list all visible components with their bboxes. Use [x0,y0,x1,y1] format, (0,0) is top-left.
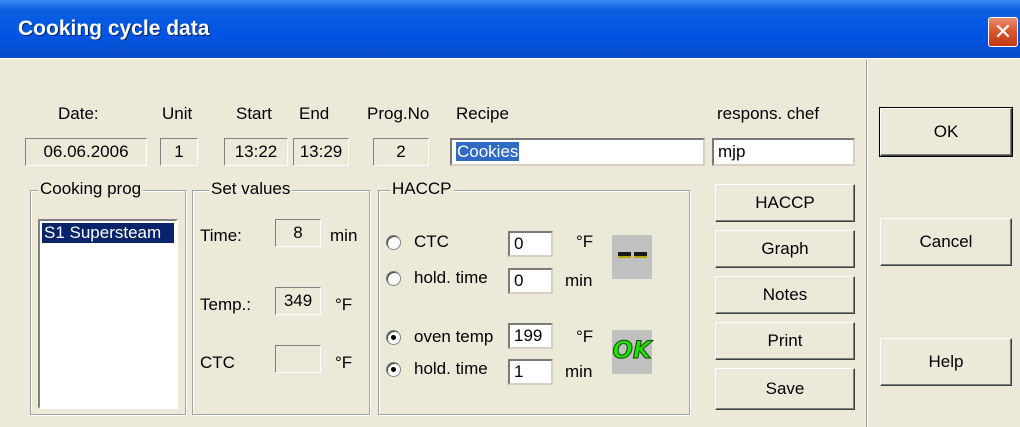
dash-icon [618,252,631,258]
unit-field: 1 [160,138,198,166]
hold-time-2-radio[interactable] [386,362,401,377]
date-label: Date: [58,104,99,123]
set-temp-value: 349 [275,287,321,315]
prog-no-field: 2 [373,138,429,166]
set-temp-label: Temp.: [200,295,252,314]
help-button[interactable]: Help [880,338,1012,386]
cooking-prog-title: Cooking prog [38,179,144,199]
responsible-chef-input[interactable]: mjp [712,138,855,166]
save-button[interactable]: Save [715,368,855,410]
ctc-status-indicator [612,235,652,279]
set-ctc-unit: °F [335,353,353,372]
hold-time-1-input[interactable]: 0 [508,268,553,294]
print-button[interactable]: Print [715,322,855,360]
ctc-radio[interactable] [386,235,401,250]
list-item[interactable]: S1 Supersteam [42,223,174,243]
separator [866,60,868,427]
dash-icon [634,252,647,258]
oven-temp-unit: °F [576,327,594,346]
responsible-chef-label: respons. chef [717,104,820,123]
date-field: 06.06.2006 [25,138,147,166]
recipe-input-selected-text: Cookies [456,142,520,161]
hold-time-1-radio[interactable] [386,271,401,286]
hold-time-2-label: hold. time [414,359,488,378]
hold-time-1-unit: min [565,271,593,290]
oven-temp-input[interactable]: 199 [508,323,553,349]
window-title: Cooking cycle data [18,17,210,40]
oven-temp-label: oven temp [414,327,494,346]
cancel-button[interactable]: Cancel [880,218,1012,266]
start-label: Start [236,104,272,123]
haccp-ctc-unit: °F [576,232,594,251]
hold-time-2-unit: min [565,362,593,381]
hold-time-2-input[interactable]: 1 [508,359,553,385]
haccp-button[interactable]: HACCP [715,184,855,222]
recipe-label: Recipe [456,104,509,123]
prog-no-label: Prog.No [367,104,430,123]
hold-time-1-label: hold. time [414,268,488,287]
close-icon: ✕ [993,19,1013,44]
notes-button[interactable]: Notes [715,276,855,314]
set-values-title: Set values [209,179,293,199]
ok-status-indicator: OK [612,330,652,374]
set-time-value: 8 [275,219,321,247]
set-temp-unit: °F [335,295,353,314]
graph-button[interactable]: Graph [715,230,855,268]
set-ctc-label: CTC [200,353,235,372]
set-ctc-value [275,345,321,373]
set-time-label: Time: [200,226,242,245]
ok-check-icon: OK [612,336,652,365]
haccp-ctc-label: CTC [414,232,449,251]
close-button[interactable]: ✕ [988,17,1018,47]
cooking-prog-list[interactable]: S1 Supersteam [38,219,178,409]
recipe-input[interactable]: Cookies [450,138,705,166]
end-label: End [299,104,330,123]
end-field: 13:29 [293,138,349,166]
start-field: 13:22 [224,138,288,166]
haccp-title: HACCP [390,179,454,199]
unit-label: Unit [162,104,193,123]
haccp-ctc-input[interactable]: 0 [508,231,553,257]
ok-button[interactable]: OK [879,107,1013,157]
oven-temp-radio[interactable] [386,330,401,345]
set-time-unit: min [330,226,358,245]
